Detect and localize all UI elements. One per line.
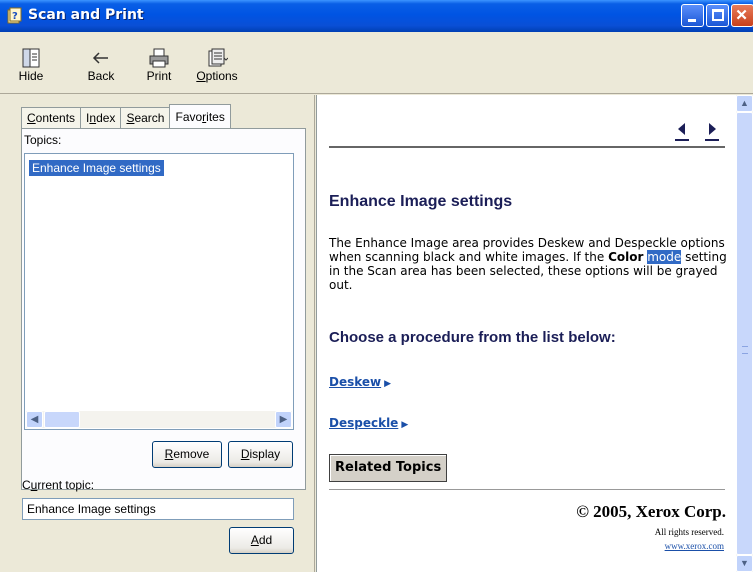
- scroll-thumb-vertical[interactable]: [736, 112, 753, 555]
- hide-button[interactable]: Hide: [14, 48, 48, 83]
- tab-index-rest: dex: [96, 111, 116, 125]
- remove-button[interactable]: Remove: [152, 441, 222, 468]
- close-icon: [736, 9, 747, 20]
- grip-icon: [742, 346, 748, 354]
- remove-rest: emove: [173, 447, 210, 461]
- current-topic-label: Current topic:: [22, 478, 94, 492]
- add-rest: dd: [258, 533, 273, 547]
- tab-search[interactable]: Search: [120, 107, 171, 129]
- scroll-down-icon[interactable]: ▼: [736, 555, 753, 572]
- despeckle-arrow-icon: ▶: [401, 420, 409, 430]
- despeckle-link[interactable]: Despeckle ▶: [329, 416, 408, 430]
- close-button[interactable]: [731, 4, 753, 27]
- back-arrow-icon: [92, 52, 108, 64]
- add-accel: A: [250, 533, 259, 547]
- nav-tabs: Contents Index Search Favorites: [21, 104, 231, 129]
- list-item[interactable]: Enhance Image settings: [28, 159, 165, 177]
- despeckle-link-text: Despeckle: [329, 416, 399, 430]
- footer-rule: [329, 489, 725, 490]
- deskew-link[interactable]: Deskew ▶: [329, 375, 391, 389]
- tab-search-rest: earch: [134, 111, 165, 125]
- pane-splitter[interactable]: [307, 95, 315, 572]
- back-label: Back: [87, 69, 115, 83]
- options-label: Options: [194, 69, 240, 83]
- hide-icon: [22, 48, 40, 68]
- tab-contents-accel: C: [27, 111, 36, 125]
- remove-accel: R: [164, 447, 174, 461]
- deskew-arrow-icon: ▶: [384, 379, 392, 389]
- header-rule: [329, 146, 725, 148]
- tab-favorites-rest: ites: [206, 110, 225, 124]
- scroll-left-icon[interactable]: ◀: [26, 411, 43, 428]
- horizontal-scrollbar[interactable]: ◀ ▶: [26, 411, 292, 428]
- prev-arrow-icon[interactable]: [673, 120, 691, 142]
- current-topic-rest: rrent topic:: [37, 478, 95, 492]
- procedure-heading: Choose a procedure from the list below:: [329, 329, 616, 346]
- tab-contents[interactable]: Contents: [21, 107, 82, 129]
- print-button[interactable]: Print: [143, 48, 175, 83]
- display-rest: isplay: [249, 447, 281, 461]
- toolbar: Hide Back Print Options: [0, 32, 753, 94]
- description-paragraph: The Enhance Image area provides Deskew a…: [329, 236, 729, 292]
- hide-label: Hide: [18, 69, 44, 83]
- scroll-thumb[interactable]: [44, 411, 80, 428]
- deskew-link-text: Deskew: [329, 375, 382, 389]
- tab-index[interactable]: Index: [80, 107, 122, 129]
- options-accel: O: [196, 69, 206, 83]
- related-topics-button[interactable]: Related Topics: [329, 454, 448, 482]
- topics-list[interactable]: Enhance Image settings ◀ ▶: [24, 153, 294, 430]
- minimize-icon: [688, 19, 696, 22]
- para-bold: Color: [608, 250, 644, 264]
- current-topic-field[interactable]: Enhance Image settings: [22, 498, 294, 520]
- printer-icon: [149, 48, 169, 68]
- para-highlight: mode: [647, 250, 682, 264]
- maximize-button[interactable]: [706, 4, 729, 27]
- page-title: Enhance Image settings: [329, 193, 513, 210]
- window-title: Scan and Print: [28, 7, 144, 23]
- options-rest: ptions: [205, 69, 238, 83]
- display-button[interactable]: Display: [228, 441, 293, 468]
- content-pane: Enhance Image settings The Enhance Image…: [316, 95, 736, 572]
- scroll-up-icon[interactable]: ▲: [736, 95, 753, 112]
- vertical-scrollbar[interactable]: ▲ ▼: [736, 95, 753, 572]
- tab-contents-rest: ontents: [35, 111, 76, 125]
- maximize-icon: [712, 9, 724, 21]
- navigation-pane: Contents Index Search Favorites Topics: …: [0, 95, 307, 572]
- copyright-text: © 2005, Xerox Corp.: [576, 502, 726, 521]
- tab-favorites-pre: Favo: [175, 110, 203, 124]
- current-topic-pre: C: [22, 478, 31, 492]
- topics-label: Topics:: [24, 133, 62, 147]
- tab-favorites[interactable]: Favorites: [169, 104, 231, 129]
- rights-text: All rights reserved.: [654, 527, 724, 537]
- options-button[interactable]: Options: [194, 48, 240, 83]
- options-icon: [208, 48, 228, 67]
- add-button[interactable]: Add: [229, 527, 294, 554]
- topic-navigation: [673, 120, 723, 142]
- svg-text:?: ?: [12, 11, 18, 22]
- back-button[interactable]: Back: [83, 48, 119, 83]
- scroll-right-icon[interactable]: ▶: [275, 411, 292, 428]
- website-link[interactable]: www.xerox.com: [665, 541, 724, 551]
- next-arrow-icon[interactable]: [703, 120, 721, 142]
- minimize-button[interactable]: [681, 4, 704, 27]
- help-file-icon: ?: [7, 7, 22, 24]
- print-label: Print: [146, 69, 172, 83]
- title-bar: ? Scan and Print: [0, 0, 753, 32]
